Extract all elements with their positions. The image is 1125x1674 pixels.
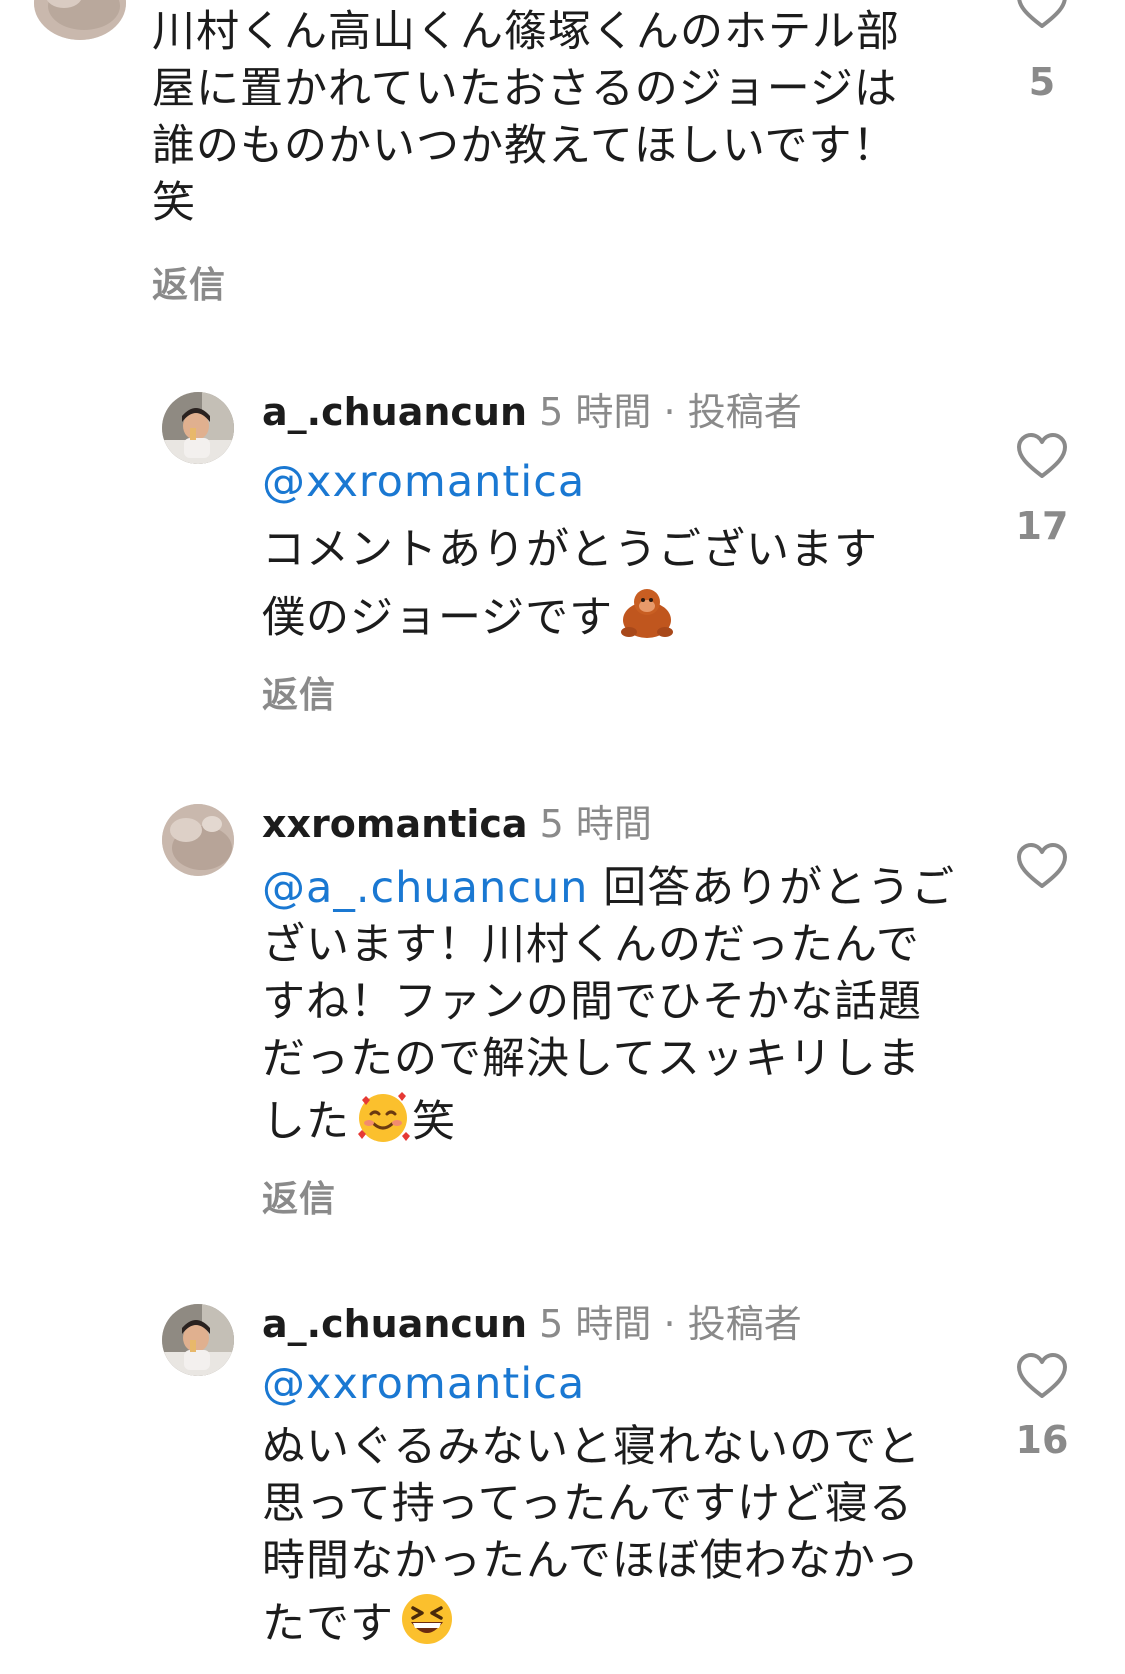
grinning-squinting-face-emoji	[398, 1590, 456, 1648]
comment-line: ぬいぐるみないと寝れないのでと	[262, 1422, 922, 1472]
comment-line: 屋に置かれていたおさるのジョージは	[152, 64, 898, 114]
like-count: 17	[1015, 504, 1069, 548]
avatar-image	[162, 1304, 234, 1376]
comment-line-text: した	[262, 1097, 350, 1147]
comment-line-text: 笑	[412, 1097, 456, 1147]
comment-line: 笑	[152, 178, 196, 228]
comment-line: 思って持ってったんですけど寝る	[262, 1479, 913, 1529]
reply-button[interactable]: 返信	[262, 666, 336, 718]
comment-line: した 笑	[262, 1088, 955, 1151]
author-badge: 投稿者	[687, 1302, 802, 1346]
comment-line: だったので解決してスッキリしま	[262, 1034, 921, 1084]
avatar-image	[34, 0, 126, 40]
comment-line: コメントありがとうございます	[262, 525, 878, 575]
comment-header: xxromantica 5 時間	[262, 800, 652, 848]
timestamp: 5 時間	[539, 802, 652, 846]
comment-line-text: たです	[262, 1599, 394, 1649]
like-count: 16	[1015, 1418, 1069, 1462]
avatar[interactable]	[162, 392, 234, 464]
mention-link[interactable]: @xxromantica	[262, 1359, 585, 1409]
reply-button[interactable]: 返信	[152, 256, 226, 308]
comment-line-text: 僕のジョージです	[262, 593, 614, 643]
mention-link[interactable]: @xxromantica	[262, 457, 585, 507]
mention-link[interactable]: @a_.chuancun	[262, 863, 588, 913]
comment-line: 川村くん高山くん篠塚くんのホテル部	[152, 7, 900, 57]
comment-body: @xxromantica コメントありがとうございます 僕のジョージです	[262, 448, 878, 652]
comment-line: すね！ファンの間でひそかな話題	[262, 977, 922, 1027]
avatar-image	[162, 392, 234, 464]
comment-line-text: 回答ありがとうご	[588, 863, 956, 913]
comment-line: 僕のジョージです	[262, 584, 878, 652]
username[interactable]: xxromantica	[262, 802, 528, 846]
orangutan-emoji	[617, 584, 675, 642]
avatar[interactable]	[162, 804, 234, 876]
timestamp: 5 時間	[539, 390, 652, 434]
comment-line: 時間なかったんでほぼ使わなかっ	[262, 1536, 920, 1586]
username[interactable]: a_.chuancun	[262, 390, 527, 434]
comment-header: a_.chuancun 5 時間 · 投稿者	[262, 388, 802, 436]
comment-body: 川村くん高山くん篠塚くんのホテル部 屋に置かれていたおさるのジョージは 誰のもの…	[152, 4, 900, 232]
avatar-image	[162, 804, 234, 876]
heart-icon[interactable]	[1016, 1352, 1068, 1400]
separator: ·	[663, 390, 676, 434]
timestamp: 5 時間	[539, 1302, 652, 1346]
comment-header: a_.chuancun 5 時間 · 投稿者	[262, 1300, 802, 1348]
comment-body: @a_.chuancun 回答ありがとうご ざいます！川村くんのだったんで すね…	[262, 860, 955, 1151]
like-count: 5	[1028, 60, 1056, 104]
author-badge: 投稿者	[687, 390, 802, 434]
heart-icon[interactable]	[1016, 0, 1068, 30]
heart-icon[interactable]	[1016, 432, 1068, 480]
comment-line: 誰のものかいつか教えてほしいです！	[152, 121, 897, 171]
comment-body: @xxromantica ぬいぐるみないと寝れないのでと 思って持ってったんです…	[262, 1356, 921, 1653]
separator: ·	[663, 1302, 676, 1346]
avatar[interactable]	[162, 1304, 234, 1376]
heart-icon[interactable]	[1016, 842, 1068, 890]
comment-line: ざいます！川村くんのだったんで	[262, 920, 920, 970]
comment-line: たです	[262, 1590, 921, 1653]
smiling-face-with-hearts-emoji	[354, 1088, 412, 1146]
avatar[interactable]	[34, 0, 126, 40]
reply-button[interactable]: 返信	[262, 1170, 336, 1222]
username[interactable]: a_.chuancun	[262, 1302, 527, 1346]
